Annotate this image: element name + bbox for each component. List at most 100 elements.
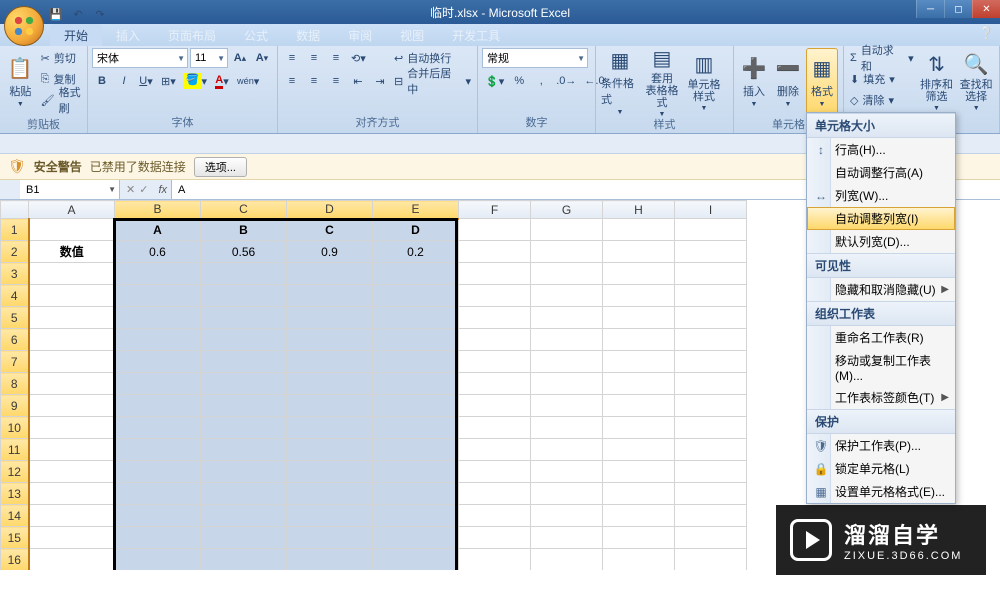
- cell[interactable]: [459, 285, 531, 307]
- tab-view[interactable]: 视图: [386, 24, 438, 46]
- cell[interactable]: [373, 285, 459, 307]
- fill-button[interactable]: ⬇填充▾: [848, 69, 916, 89]
- increase-indent-button[interactable]: ⇥: [370, 71, 390, 91]
- cell[interactable]: [29, 307, 115, 329]
- cell[interactable]: [29, 351, 115, 373]
- row-header[interactable]: 8: [1, 373, 29, 395]
- border-button[interactable]: ⊞▾: [158, 71, 179, 91]
- cell[interactable]: [201, 263, 287, 285]
- cell[interactable]: 0.2: [373, 241, 459, 263]
- cell[interactable]: [459, 417, 531, 439]
- row-header[interactable]: 14: [1, 505, 29, 527]
- cell[interactable]: [675, 241, 747, 263]
- cell[interactable]: D: [373, 219, 459, 241]
- cell[interactable]: [675, 527, 747, 549]
- cell[interactable]: [287, 351, 373, 373]
- shrink-font-button[interactable]: A▾: [252, 48, 272, 68]
- cell[interactable]: [675, 219, 747, 241]
- cell[interactable]: [675, 373, 747, 395]
- cell[interactable]: [459, 549, 531, 571]
- find-select-button[interactable]: 🔍查找和 选择▼: [957, 48, 995, 116]
- cell-styles-button[interactable]: ▥单元格 样式▼: [684, 48, 724, 116]
- cell[interactable]: [373, 373, 459, 395]
- cell[interactable]: [201, 461, 287, 483]
- format-as-table-button[interactable]: ▤套用 表格格式▼: [642, 48, 682, 116]
- row-header[interactable]: 15: [1, 527, 29, 549]
- cell[interactable]: [603, 549, 675, 571]
- cell[interactable]: [675, 505, 747, 527]
- cell[interactable]: [201, 307, 287, 329]
- tab-developer[interactable]: 开发工具: [438, 24, 514, 46]
- cell[interactable]: [201, 395, 287, 417]
- merge-center-button[interactable]: ⊟合并后居中▾: [392, 71, 473, 91]
- menu-autofit-col[interactable]: 自动调整列宽(I): [807, 207, 955, 230]
- cell[interactable]: [373, 527, 459, 549]
- cell[interactable]: [675, 351, 747, 373]
- format-cells-button[interactable]: ▦格式▼: [806, 48, 838, 116]
- cell[interactable]: [603, 263, 675, 285]
- cell[interactable]: [675, 417, 747, 439]
- help-icon[interactable]: ❔: [979, 26, 994, 40]
- cell[interactable]: [603, 329, 675, 351]
- percent-button[interactable]: %: [509, 71, 529, 91]
- cell[interactable]: [531, 351, 603, 373]
- cell[interactable]: [287, 373, 373, 395]
- cell[interactable]: [29, 549, 115, 571]
- cut-button[interactable]: ✂剪切: [39, 48, 83, 68]
- cell[interactable]: [675, 285, 747, 307]
- menu-rename-sheet[interactable]: 重命名工作表(R): [807, 326, 955, 349]
- row-header[interactable]: 1: [1, 219, 29, 241]
- cell[interactable]: [287, 505, 373, 527]
- office-button[interactable]: [4, 6, 44, 46]
- cell[interactable]: [287, 549, 373, 571]
- cell[interactable]: [29, 461, 115, 483]
- cell[interactable]: [603, 417, 675, 439]
- underline-button[interactable]: U▾: [136, 71, 156, 91]
- cell[interactable]: [201, 549, 287, 571]
- cell[interactable]: [29, 263, 115, 285]
- row-header[interactable]: 10: [1, 417, 29, 439]
- autosum-button[interactable]: Σ自动求和▾: [848, 48, 916, 68]
- cell[interactable]: [675, 461, 747, 483]
- cell[interactable]: [201, 351, 287, 373]
- cell[interactable]: [531, 219, 603, 241]
- cell[interactable]: B: [201, 219, 287, 241]
- cell[interactable]: [115, 417, 201, 439]
- cell[interactable]: [201, 527, 287, 549]
- cell[interactable]: [459, 395, 531, 417]
- cell[interactable]: [29, 373, 115, 395]
- cell[interactable]: [531, 417, 603, 439]
- cell[interactable]: [287, 417, 373, 439]
- cell[interactable]: 0.6: [115, 241, 201, 263]
- clear-button[interactable]: ◇清除▾: [848, 90, 916, 110]
- menu-row-height[interactable]: ↕行高(H)...: [807, 138, 955, 161]
- cell[interactable]: [287, 439, 373, 461]
- cell[interactable]: [531, 505, 603, 527]
- cell[interactable]: [115, 439, 201, 461]
- cell[interactable]: [29, 285, 115, 307]
- cell[interactable]: [115, 373, 201, 395]
- cell[interactable]: [603, 439, 675, 461]
- cell[interactable]: [373, 395, 459, 417]
- cell[interactable]: [675, 329, 747, 351]
- delete-cells-button[interactable]: ➖删除▼: [772, 48, 804, 116]
- cell[interactable]: [459, 373, 531, 395]
- cell[interactable]: [459, 263, 531, 285]
- cell[interactable]: [531, 549, 603, 571]
- tab-review[interactable]: 审阅: [334, 24, 386, 46]
- close-button[interactable]: ✕: [972, 0, 1000, 18]
- cell[interactable]: [373, 307, 459, 329]
- row-header[interactable]: 3: [1, 263, 29, 285]
- row-header[interactable]: 5: [1, 307, 29, 329]
- cell[interactable]: 0.56: [201, 241, 287, 263]
- align-middle-button[interactable]: ≡: [304, 48, 324, 68]
- cell[interactable]: [675, 439, 747, 461]
- orientation-button[interactable]: ⟲▾: [348, 48, 369, 68]
- cell[interactable]: A: [115, 219, 201, 241]
- cell[interactable]: [459, 219, 531, 241]
- row-header[interactable]: 12: [1, 461, 29, 483]
- cell[interactable]: [115, 461, 201, 483]
- increase-decimal-button[interactable]: .0→: [553, 71, 579, 91]
- sort-filter-button[interactable]: ⇅排序和 筛选▼: [918, 48, 956, 116]
- cell[interactable]: [287, 329, 373, 351]
